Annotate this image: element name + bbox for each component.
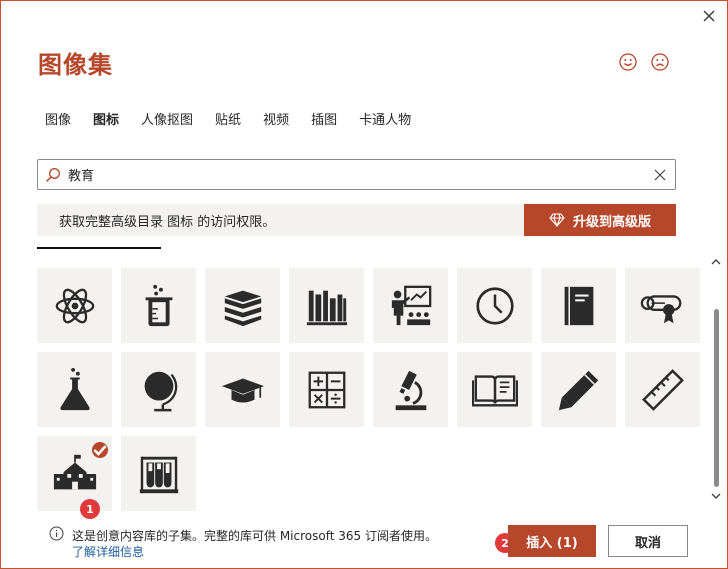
icon-tile-flask[interactable]	[37, 352, 112, 427]
tab-videos[interactable]: 视频	[263, 109, 289, 134]
open-book-icon	[471, 374, 518, 406]
icon-tile-clock[interactable]	[457, 268, 532, 343]
dialog-title: 图像集	[38, 50, 113, 79]
search-input[interactable]	[68, 167, 645, 182]
cancel-button[interactable]: 取消	[608, 525, 688, 557]
upgrade-premium-button[interactable]: 升级到高级版	[524, 204, 676, 236]
icon-tile-diploma[interactable]	[625, 268, 700, 343]
tab-stickers[interactable]: 贴纸	[215, 109, 241, 134]
teacher-icon	[391, 285, 431, 325]
icon-tile-ruler[interactable]	[625, 352, 700, 427]
icon-tile-teacher[interactable]	[373, 268, 448, 343]
icon-tile-open-book[interactable]	[457, 352, 532, 427]
icon-tile-pencil[interactable]	[541, 352, 616, 427]
tab-bar: 图像 图标 人像抠图 贴纸 视频 插图 卡通人物	[45, 109, 433, 134]
scroll-down-button[interactable]	[707, 487, 725, 505]
microscope-icon	[395, 370, 426, 410]
smile-feedback-button[interactable]	[617, 51, 639, 73]
search-icon	[38, 160, 68, 190]
tab-images[interactable]: 图像	[45, 109, 71, 134]
school-icon	[53, 454, 96, 489]
globe-icon	[144, 371, 177, 411]
tab-cutout-people[interactable]: 人像抠图	[141, 109, 193, 134]
frown-feedback-button[interactable]	[649, 51, 671, 73]
calculator-icon	[308, 371, 345, 408]
clear-search-button[interactable]	[645, 160, 675, 190]
icon-tile-microscope[interactable]	[373, 352, 448, 427]
notebook-icon	[564, 286, 593, 325]
flask-icon	[59, 367, 90, 410]
premium-banner: 获取完整高级目录 图标 的访问权限。 升级到高级版	[37, 204, 676, 236]
beaker-icon	[145, 284, 172, 326]
test-tubes-icon	[139, 456, 178, 493]
icon-tile-bookshelf[interactable]	[289, 268, 364, 343]
diploma-icon	[640, 294, 681, 323]
premium-banner-message: 获取完整高级目录 图标 的访问权限。	[59, 214, 276, 230]
section-divider	[37, 247, 161, 249]
icon-tile-calculator[interactable]	[289, 352, 364, 427]
insert-button[interactable]: 插入 (1)	[508, 525, 596, 557]
image-collection-dialog: 图像集 图像 图标 人像抠图 贴纸 视频 插图 卡通人物 获取完整高级目录 图标…	[0, 0, 728, 569]
close-icon	[703, 10, 715, 22]
checkmark-icon	[93, 445, 107, 456]
scroll-up-button[interactable]	[707, 253, 725, 271]
frown-icon	[651, 53, 669, 71]
scrollbar[interactable]	[707, 253, 725, 505]
footer-info: 这是创意内容库的子集。完整的库可供 Microsoft 365 订阅者使用。 了…	[49, 525, 437, 560]
scroll-thumb[interactable]	[714, 309, 719, 487]
icon-tile-beaker[interactable]	[121, 268, 196, 343]
learn-more-link[interactable]: 了解详细信息	[72, 544, 437, 560]
clear-icon	[654, 169, 666, 180]
diamond-icon	[549, 213, 565, 227]
tab-illustrations[interactable]: 插图	[311, 109, 337, 134]
bookshelf-icon	[306, 290, 347, 325]
search-box	[37, 159, 676, 190]
clock-icon	[475, 286, 514, 325]
selected-check-badge	[92, 442, 108, 458]
chevron-up-icon	[711, 259, 721, 265]
graduation-cap-icon	[221, 378, 264, 402]
tab-cartoon-people[interactable]: 卡通人物	[359, 109, 411, 134]
info-icon	[49, 526, 64, 541]
atom-icon	[55, 288, 94, 323]
upgrade-label: 升级到高级版	[572, 214, 651, 230]
icon-tile-notebook[interactable]	[541, 268, 616, 343]
footer-info-text: 这是创意内容库的子集。完整的库可供 Microsoft 365 订阅者使用。	[72, 529, 437, 543]
books-stack-icon	[224, 290, 261, 326]
tab-icons[interactable]: 图标	[93, 109, 119, 134]
ruler-icon	[641, 368, 684, 411]
pencil-icon	[558, 370, 598, 410]
icon-tile-books-stack[interactable]	[205, 268, 280, 343]
icon-tile-atom[interactable]	[37, 268, 112, 343]
icon-tile-graduation-cap[interactable]	[205, 352, 280, 427]
step-badge-1: 1	[80, 499, 100, 519]
icon-tile-globe[interactable]	[121, 352, 196, 427]
close-button[interactable]	[697, 5, 721, 27]
icon-tile-test-tubes[interactable]	[121, 436, 196, 511]
chevron-down-icon	[711, 493, 721, 499]
icon-tile-school[interactable]	[37, 436, 112, 511]
smile-icon	[619, 53, 637, 71]
